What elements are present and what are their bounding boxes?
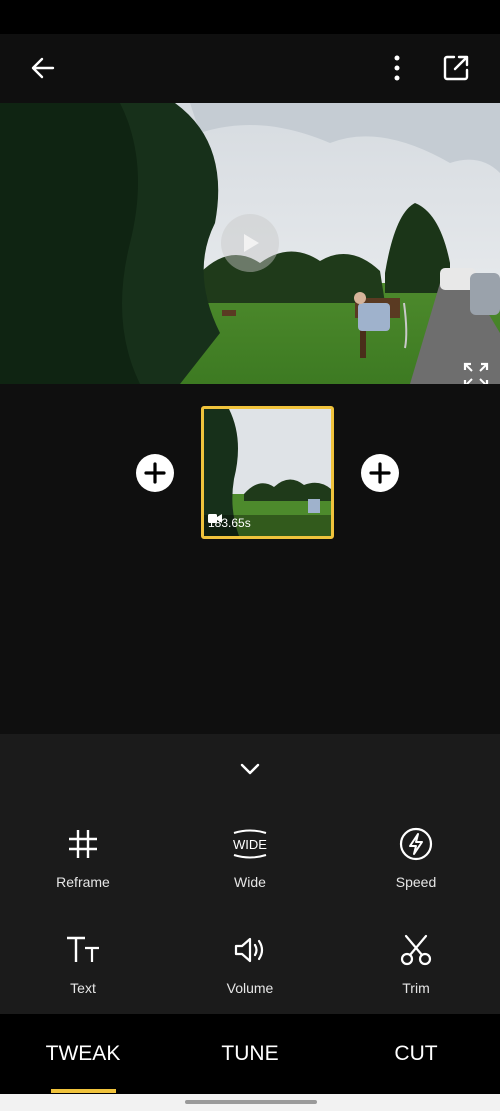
tools-panel: Reframe WIDE Wide Speed Text Volume Trim: [0, 734, 500, 1014]
tool-label: Reframe: [56, 874, 110, 890]
wide-icon-text: WIDE: [233, 837, 267, 852]
back-button[interactable]: [19, 44, 67, 92]
active-tab-indicator: [51, 1089, 116, 1093]
more-options-button[interactable]: [373, 44, 421, 92]
clip-timeline: 183.65s: [0, 384, 500, 734]
tab-tweak[interactable]: TWEAK: [0, 1014, 166, 1094]
home-gesture-handle[interactable]: [185, 1100, 317, 1104]
tool-reframe[interactable]: Reframe: [23, 822, 143, 902]
tool-label: Speed: [395, 874, 437, 890]
chevron-down-icon: [240, 763, 260, 775]
fullscreen-icon: [463, 362, 489, 384]
tool-volume[interactable]: Volume: [190, 928, 310, 1008]
lightning-icon: [399, 827, 433, 861]
video-preview[interactable]: [0, 103, 500, 384]
play-icon: [244, 234, 259, 252]
tool-wide[interactable]: WIDE Wide: [190, 822, 310, 902]
tool-label: Text: [70, 980, 96, 996]
tool-label: Trim: [402, 980, 430, 996]
plus-icon: [369, 462, 391, 484]
add-clip-before-button[interactable]: [136, 454, 174, 492]
status-bar: [0, 0, 500, 34]
wide-icon: WIDE: [233, 829, 267, 859]
clip-info: 183.65s: [208, 513, 251, 533]
text-icon: [67, 936, 99, 962]
export-icon: [443, 55, 469, 81]
hash-icon: [69, 830, 97, 858]
more-vertical-icon: [394, 55, 400, 81]
scissors-icon: [400, 934, 432, 966]
tool-speed[interactable]: Speed: [356, 822, 476, 902]
plus-icon: [144, 462, 166, 484]
mode-tabs: TWEAK TUNE CUT: [0, 1014, 500, 1094]
export-button[interactable]: [432, 44, 480, 92]
volume-icon: [234, 937, 264, 963]
collapse-panel-button[interactable]: [232, 754, 268, 784]
top-bar: [0, 34, 500, 103]
tool-text[interactable]: Text: [23, 928, 143, 1008]
tool-label: Wide: [234, 874, 266, 890]
tab-cut[interactable]: CUT: [333, 1014, 499, 1094]
system-nav-bar: [0, 1094, 500, 1111]
add-clip-after-button[interactable]: [361, 454, 399, 492]
play-button[interactable]: [221, 214, 279, 272]
fullscreen-button[interactable]: [459, 358, 493, 384]
tool-trim[interactable]: Trim: [356, 928, 476, 1008]
arrow-left-icon: [31, 57, 55, 79]
tool-label: Volume: [226, 980, 274, 996]
video-clip-thumbnail[interactable]: 183.65s: [201, 406, 334, 539]
video-camera-icon: [208, 514, 222, 523]
tab-tune[interactable]: TUNE: [167, 1014, 333, 1094]
